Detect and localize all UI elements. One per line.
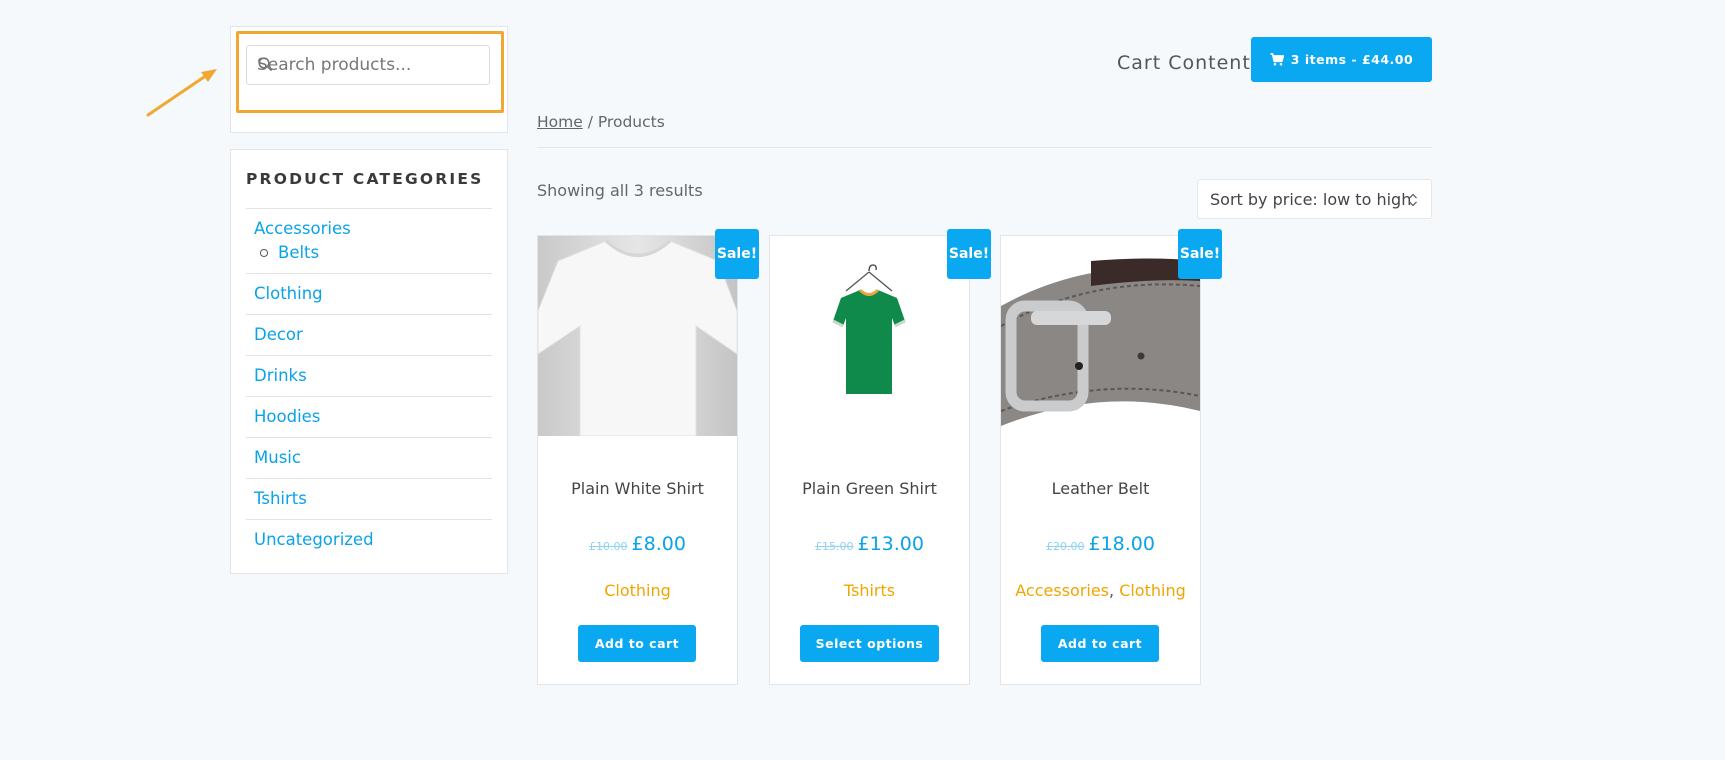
search-placeholder: Search products... [257, 55, 412, 75]
sort-selected-value: Sort by price: low to high [1210, 189, 1412, 209]
add-to-cart-button[interactable]: Add to cart [1041, 625, 1159, 662]
category-item-uncategorized: Uncategorized [246, 520, 492, 561]
product-card: Sale! Leather Belt £20.00 £18.00 Accessor… [1000, 229, 1222, 685]
sale-price: £8.00 [631, 533, 686, 555]
category-link-accessories[interactable]: Accessories [254, 219, 484, 239]
chevron-updown-icon [1409, 193, 1417, 207]
breadcrumb-separator: / [582, 113, 598, 131]
subcategory-list: Belts [254, 243, 484, 263]
category-item-clothing: Clothing [246, 274, 492, 315]
product-categories: Tshirts [770, 581, 969, 600]
product-price: £10.00 £8.00 [538, 533, 737, 555]
sale-price: £18.00 [1088, 533, 1155, 555]
category-link-music[interactable]: Music [254, 448, 484, 468]
cart-icon [1270, 53, 1284, 66]
categories-title: PRODUCT CATEGORIES [246, 170, 484, 188]
sale-badge: Sale! [947, 229, 991, 279]
old-price: £15.00 [815, 540, 854, 553]
add-to-cart-button[interactable]: Add to cart [578, 625, 696, 662]
category-link-clothing[interactable]: Clothing [254, 284, 484, 304]
product-categories: Accessories, Clothing [1001, 581, 1200, 600]
breadcrumb: Home / Products [537, 113, 665, 131]
product-price: £20.00 £18.00 [1001, 533, 1200, 555]
cart-button-label: 3 items - £44.00 [1290, 52, 1414, 67]
product-title[interactable]: Plain Green Shirt [770, 479, 969, 498]
category-link-drinks[interactable]: Drinks [254, 366, 484, 386]
category-item-decor: Decor [246, 315, 492, 356]
old-price: £20.00 [1046, 540, 1085, 553]
category-link-tshirts[interactable]: Tshirts [254, 489, 484, 509]
product-category-link[interactable]: Tshirts [844, 581, 895, 600]
product-title[interactable]: Plain White Shirt [538, 479, 737, 498]
category-item-accessories: Accessories Belts [246, 209, 492, 274]
select-options-button[interactable]: Select options [800, 625, 939, 662]
annotation-arrow-icon [146, 69, 217, 117]
category-item-hoodies: Hoodies [246, 397, 492, 438]
old-price: £10.00 [589, 540, 628, 553]
category-list: Accessories Belts Clothing Decor Drinks … [246, 208, 492, 561]
category-link-decor[interactable]: Decor [254, 325, 484, 345]
product-card: Sale! Plain White Shirt £10.00 £8.00 Clot… [537, 229, 759, 685]
cart-content-label: Cart Content: [1117, 52, 1259, 74]
sale-price: £13.00 [857, 533, 924, 555]
category-link-belts[interactable]: Belts [278, 243, 319, 263]
product-image-green-shirt[interactable] [770, 236, 969, 436]
breadcrumb-home-link[interactable]: Home [537, 113, 583, 131]
product-categories: Clothing [538, 581, 737, 600]
sale-badge: Sale! [1178, 229, 1222, 279]
divider [537, 147, 1432, 148]
product-image-white-shirt[interactable] [538, 236, 737, 436]
category-item-drinks: Drinks [246, 356, 492, 397]
product-category-link[interactable]: Accessories [1015, 581, 1109, 600]
category-separator: , [1109, 581, 1120, 600]
product-category-link[interactable]: Clothing [604, 581, 671, 600]
product-image-leather-belt[interactable] [1001, 236, 1200, 436]
category-link-uncategorized[interactable]: Uncategorized [254, 530, 484, 550]
product-title[interactable]: Leather Belt [1001, 479, 1200, 498]
search-widget: Search products... [230, 26, 508, 133]
category-item-tshirts: Tshirts [246, 479, 492, 520]
breadcrumb-current: Products [597, 113, 665, 131]
search-input[interactable]: Search products... [246, 45, 490, 85]
product-categories-widget: PRODUCT CATEGORIES Accessories Belts Clo… [230, 149, 508, 574]
product-category-link[interactable]: Clothing [1119, 581, 1186, 600]
results-count: Showing all 3 results [537, 181, 703, 200]
product-card: Sale! Plain Green Shirt £15.00 £13.00 Tsh… [769, 229, 991, 685]
category-link-hoodies[interactable]: Hoodies [254, 407, 484, 427]
cart-button[interactable]: 3 items - £44.00 [1251, 37, 1432, 82]
sort-select[interactable]: Sort by price: low to high [1197, 179, 1432, 219]
sale-badge: Sale! [715, 229, 759, 279]
subcategory-item-belts: Belts [254, 243, 484, 263]
category-item-music: Music [246, 438, 492, 479]
bullet-icon [260, 249, 268, 257]
product-price: £15.00 £13.00 [770, 533, 969, 555]
